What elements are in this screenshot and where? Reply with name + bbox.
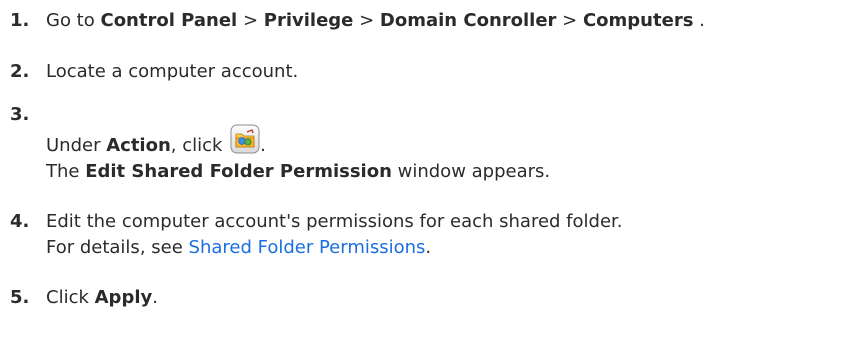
window-name: Edit Shared Folder Permission (85, 161, 392, 182)
step-result-text: The Edit Shared Folder Permission window… (46, 161, 551, 182)
apply-label: Apply (94, 287, 153, 308)
edit-shared-folder-permission-icon (230, 124, 260, 154)
step-text: Edit the computer account's permissions … (46, 211, 623, 232)
menu-domain-controller: Domain Conroller (379, 10, 557, 31)
menu-privilege: Privilege (263, 10, 354, 31)
step-number: 2. (10, 61, 30, 82)
step-2: 2. Locate a computer account. (10, 59, 850, 85)
menu-control-panel: Control Panel (100, 10, 238, 31)
step-text: Click Apply. (46, 287, 158, 308)
step-1: 1. Go to Control Panel > Privilege > Dom… (10, 8, 850, 34)
step-number: 5. (10, 287, 30, 308)
instruction-steps: 1. Go to Control Panel > Privilege > Dom… (10, 8, 850, 311)
step-number: 1. (10, 10, 30, 31)
step-text: Under Action, click . (46, 110, 850, 159)
step-5: 5. Click Apply. (10, 285, 850, 311)
step-details: For details, see Shared Folder Permissio… (46, 237, 432, 258)
step-3: 3. Under Action, click . The Edit Shared… (10, 104, 850, 185)
shared-folder-permissions-link[interactable]: Shared Folder Permissions (189, 237, 426, 258)
step-text: Go to Control Panel > Privilege > Domain… (46, 10, 705, 31)
step-text: Locate a computer account. (46, 61, 299, 82)
menu-computers: Computers (582, 10, 694, 31)
action-label: Action (106, 135, 171, 156)
step-4: 4. Edit the computer account's permissio… (10, 209, 850, 261)
step-number: 3. (10, 104, 30, 125)
step-number: 4. (10, 211, 30, 232)
